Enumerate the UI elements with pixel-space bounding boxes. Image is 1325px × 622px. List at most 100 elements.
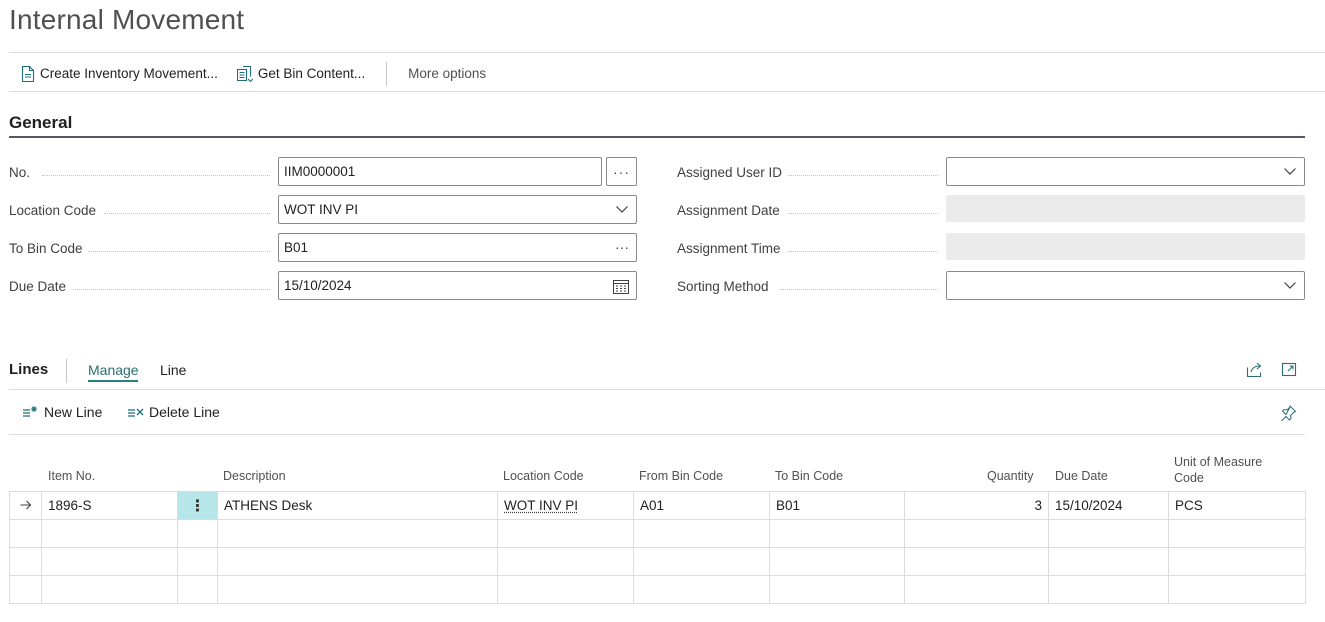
row-actions-more-icon[interactable]: ⋮: [177, 491, 218, 520]
location-code-value: WOT INV PI: [284, 202, 359, 217]
general-section-title: General: [9, 113, 73, 132]
assignment-date-label: Assignment Date: [677, 202, 780, 218]
empty-cell[interactable]: [41, 575, 178, 604]
assignment-date-field: [946, 195, 1305, 222]
row-selector-arrow-icon[interactable]: [9, 491, 42, 520]
action-bar: Create Inventory Movement... Get Bin Con…: [9, 56, 1325, 92]
empty-cell[interactable]: [177, 547, 218, 576]
empty-cell[interactable]: [1048, 547, 1169, 576]
get-bin-content-button[interactable]: Get Bin Content...: [236, 65, 366, 82]
due-date-input[interactable]: 15/10/2024: [278, 271, 637, 300]
empty-cell[interactable]: [904, 575, 1049, 604]
location-code-leader: [104, 213, 270, 214]
expand-icon[interactable]: [1281, 361, 1298, 381]
col-header-quantity[interactable]: Quantity: [987, 468, 1034, 484]
cell-due-date[interactable]: 15/10/2024: [1048, 491, 1169, 520]
cell-to-bin-code[interactable]: B01: [769, 491, 905, 520]
chevron-down-icon: [1283, 278, 1297, 292]
empty-cell[interactable]: [633, 519, 770, 548]
empty-cell[interactable]: [1168, 547, 1306, 576]
new-line-button[interactable]: New Line: [22, 404, 102, 420]
col-header-from-bin-code[interactable]: From Bin Code: [639, 468, 723, 484]
to-bin-code-input[interactable]: B01 ···: [278, 233, 637, 262]
tab-manage-underline: [88, 380, 138, 382]
empty-cell[interactable]: [904, 547, 1049, 576]
col-header-uom-line1: Unit of Measure: [1174, 455, 1263, 469]
location-code-select[interactable]: WOT INV PI: [278, 195, 637, 224]
get-bin-icon: [236, 65, 253, 82]
table-row-empty[interactable]: [9, 575, 1306, 604]
assignment-time-label: Assignment Time: [677, 240, 781, 256]
cell-item-no[interactable]: 1896-S: [41, 491, 178, 520]
table-row-empty[interactable]: [9, 519, 1306, 548]
pin-icon[interactable]: [1280, 404, 1297, 424]
cell-description[interactable]: ATHENS Desk: [217, 491, 498, 520]
cell-quantity[interactable]: 3: [904, 491, 1049, 520]
more-icon[interactable]: ···: [615, 239, 629, 255]
chevron-down-icon: [615, 202, 629, 216]
no-input[interactable]: IIM0000001: [278, 157, 602, 186]
no-assist-button[interactable]: ···: [606, 157, 637, 186]
due-date-leader: [73, 289, 270, 290]
new-line-icon: [23, 405, 37, 417]
col-header-due-date[interactable]: Due Date: [1055, 468, 1108, 484]
cell-location-code[interactable]: WOT INV PI: [497, 491, 634, 520]
cell-uom[interactable]: PCS: [1168, 491, 1306, 520]
empty-cell[interactable]: [497, 519, 634, 548]
to-bin-code-label: To Bin Code: [9, 240, 83, 256]
empty-cell[interactable]: [633, 575, 770, 604]
new-line-label: New Line: [44, 404, 103, 420]
empty-cell[interactable]: [633, 547, 770, 576]
create-inventory-movement-button[interactable]: Create Inventory Movement...: [21, 65, 218, 82]
empty-cell[interactable]: [9, 575, 42, 604]
lines-actions-divider: [9, 434, 1305, 435]
assigned-user-id-select[interactable]: [946, 157, 1305, 186]
empty-cell[interactable]: [177, 575, 218, 604]
cell-location-code-link[interactable]: WOT INV PI: [504, 498, 578, 513]
empty-cell[interactable]: [769, 547, 905, 576]
empty-cell[interactable]: [217, 547, 498, 576]
sorting-method-select[interactable]: [946, 271, 1305, 300]
assignment-date-leader: [788, 213, 938, 214]
lines-title-divider: [66, 359, 67, 383]
empty-cell[interactable]: [769, 575, 905, 604]
empty-cell[interactable]: [41, 547, 178, 576]
empty-cell[interactable]: [497, 547, 634, 576]
no-leader: [42, 175, 270, 176]
col-header-description[interactable]: Description: [223, 468, 286, 484]
empty-cell[interactable]: [497, 575, 634, 604]
empty-cell[interactable]: [9, 547, 42, 576]
empty-cell[interactable]: [1048, 575, 1169, 604]
empty-cell[interactable]: [177, 519, 218, 548]
empty-cell[interactable]: [1168, 575, 1306, 604]
empty-cell[interactable]: [769, 519, 905, 548]
col-header-unit-of-measure-code[interactable]: Unit of Measure Code: [1174, 454, 1262, 486]
lines-grid: 1896-S ⋮ ATHENS Desk WOT INV PI A01 B01 …: [9, 491, 1306, 604]
general-section-rule: [9, 136, 1305, 138]
table-row[interactable]: 1896-S ⋮ ATHENS Desk WOT INV PI A01 B01 …: [9, 491, 1306, 520]
page-title: Internal Movement: [9, 4, 245, 35]
calendar-icon[interactable]: [613, 278, 629, 294]
empty-cell[interactable]: [217, 519, 498, 548]
share-icon[interactable]: [1246, 361, 1263, 381]
col-header-location-code[interactable]: Location Code: [503, 468, 584, 484]
table-row-empty[interactable]: [9, 547, 1306, 576]
col-header-to-bin-code[interactable]: To Bin Code: [775, 468, 843, 484]
empty-cell[interactable]: [41, 519, 178, 548]
get-bin-content-label: Get Bin Content...: [257, 66, 366, 81]
more-icon: ···: [613, 163, 630, 180]
col-header-item-no[interactable]: Item No.: [48, 468, 95, 484]
assigned-user-id-label: Assigned User ID: [677, 164, 783, 180]
lines-section-title: Lines: [9, 361, 49, 378]
empty-cell[interactable]: [904, 519, 1049, 548]
delete-line-button[interactable]: Delete Line: [127, 404, 220, 420]
tab-line[interactable]: Line: [160, 362, 186, 378]
cell-from-bin-code[interactable]: A01: [633, 491, 770, 520]
empty-cell[interactable]: [9, 519, 42, 548]
assignment-time-leader: [788, 251, 938, 252]
empty-cell[interactable]: [1048, 519, 1169, 548]
empty-cell[interactable]: [1168, 519, 1306, 548]
more-options-button[interactable]: More options: [408, 66, 486, 81]
empty-cell[interactable]: [217, 575, 498, 604]
tab-manage[interactable]: Manage: [88, 362, 139, 378]
